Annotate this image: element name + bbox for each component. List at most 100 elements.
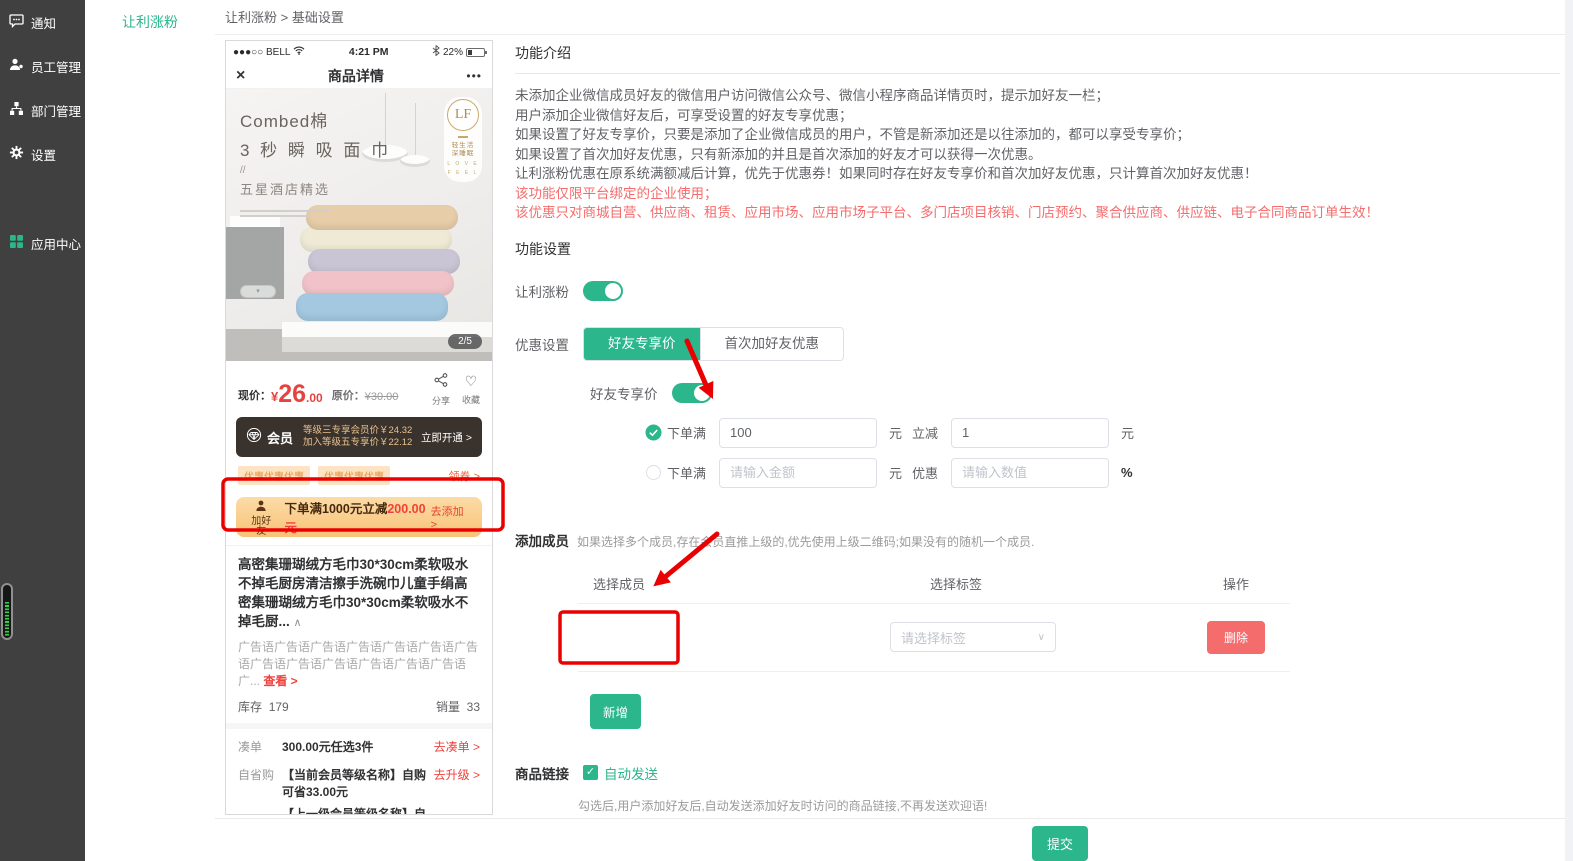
see-more-link[interactable]: 查看 > <box>263 674 297 688</box>
radio-unchecked-icon[interactable] <box>646 465 661 480</box>
friend-price-group: 好友专享价 下单满 元 立减 元 下单满 元 优惠 <box>590 383 1560 488</box>
friend-price-label: 好友专享价 <box>590 383 658 403</box>
sidebar-item-label: 部门管理 <box>31 101 81 120</box>
intro-line: 用户添加企业微信好友后，可享受设置的好友专享优惠； <box>515 106 1560 126</box>
product-title: 高密集珊瑚绒方毛巾30*30cm柔软吸水不掉毛厨房清洁擦手洗碗巾儿童手绢高密集珊… <box>238 555 480 633</box>
sidebar-item-label: 员工管理 <box>31 57 81 76</box>
battery-percent: 22% <box>443 47 463 58</box>
submenu-item-active[interactable]: 让利涨粉 <box>85 0 215 32</box>
gem-icon <box>246 428 262 447</box>
current-price: 26 <box>278 382 306 407</box>
intro-line-warning: 该功能仅限平台绑定的企业使用； <box>515 184 1560 204</box>
submenu-panel: 让利涨粉 <box>85 0 215 861</box>
favorite-button[interactable]: ♡ 收藏 <box>462 373 480 407</box>
go-bundle-link[interactable]: 去凑单 > <box>434 739 480 756</box>
intro-line: 如果设置了首次加好友优惠，只有新添加的并且是首次添加的好友才可以获得一次优惠。 <box>515 145 1560 165</box>
discount-percent-input[interactable] <box>951 458 1109 488</box>
self-buy-row: 自省购 【当前会员等级名称】自购可省33.00元 【上一级会员等级名称】自购可省… <box>238 767 480 815</box>
main-sidebar: 通知 员工管理 部门管理 设置 应用中心 <box>0 0 85 861</box>
brand-badge: LF 轻生活 深睡眠 L O V E F E E L <box>444 97 482 182</box>
bluetooth-icon <box>432 45 440 59</box>
friend-price-toggle[interactable] <box>672 383 712 403</box>
rule-row-fixed: 下单满 元 立减 元 <box>645 418 1560 448</box>
stock-sales-row: 库存 179 销量 33 <box>238 698 480 715</box>
go-add-friend-link[interactable]: 去添加 > <box>431 503 471 531</box>
phone-page-title: 商品详情 <box>245 66 466 86</box>
sidebar-item-employees[interactable]: 员工管理 <box>0 44 85 88</box>
product-link-row: 商品链接 ✓ 自动发送 <box>515 763 1560 783</box>
tab-first-add-discount[interactable]: 首次加好友优惠 <box>700 328 844 360</box>
auto-send-checkbox[interactable]: ✓ <box>583 765 598 780</box>
submit-button[interactable]: 提交 <box>1032 826 1088 861</box>
sidebar-item-label: 设置 <box>31 145 56 164</box>
battery-level-widget <box>1 583 13 640</box>
share-button[interactable]: 分享 <box>432 373 450 407</box>
tag-select[interactable]: 请选择标签 ∨ <box>890 622 1056 652</box>
radio-checked-icon[interactable] <box>645 424 662 441</box>
hero-fine-print <box>240 210 391 217</box>
carousel-indicator: 2/5 <box>448 334 482 349</box>
enable-label: 让利涨粉 <box>515 281 569 301</box>
product-title-section: 高密集珊瑚绒方毛巾30*30cm柔软吸水不掉毛厨房清洁擦手洗碗巾儿童手绢高密集珊… <box>226 545 492 723</box>
collapse-caret-icon[interactable]: ∧ <box>294 617 302 629</box>
towel-stack <box>300 208 452 321</box>
members-section: 添加成员 如果选择多个成员,存在会员直推上级的,优先使用上级二维码;如果没有的随… <box>515 530 1560 550</box>
settings-icon <box>9 145 24 163</box>
sidebar-item-label: 通知 <box>31 13 56 32</box>
auto-send-label: 自动发送 <box>604 763 658 783</box>
phone-preview: ●●●○○ BELL 4:21 PM 22% × 商品详情 ••• <box>225 40 493 815</box>
sales-value: 33 <box>467 700 480 714</box>
stock-value: 179 <box>269 700 289 714</box>
add-friend-banner[interactable]: 加好友 下单满1000元立减200.00元 去添加 > <box>236 497 482 537</box>
members-label: 添加成员 <box>515 530 569 550</box>
employee-icon <box>9 57 24 75</box>
coupon-tag: 优惠优惠优惠 <box>238 466 310 485</box>
battery-icon <box>466 48 485 57</box>
sidebar-item-notifications[interactable]: 通知 <box>0 0 85 44</box>
close-icon[interactable]: × <box>236 68 245 84</box>
product-hero-image: Combed棉 3 秒 瞬 吸 面 巾 // 五星酒店精选 ▾ LF 轻生活 深… <box>226 89 492 361</box>
price-row: 现价： ¥ 26 .00 原价： ¥30.00 分享 ♡ 收藏 <box>226 361 492 413</box>
discount-tabs: 好友专享价 首次加好友优惠 <box>583 327 844 361</box>
settings-section-title: 功能设置 <box>515 239 1560 259</box>
delete-button[interactable]: 删除 <box>1207 621 1265 654</box>
main-panel: 让利涨粉 > 基础设置 ●●●○○ BELL 4:21 PM 22% × 商品详… <box>215 0 1565 861</box>
product-link-hint: 勾选后,用户添加好友后,自动发送添加好友时访问的商品链接,不再发送欢迎语! <box>578 797 1560 814</box>
tab-friend-price[interactable]: 好友专享价 <box>584 328 700 360</box>
more-icon[interactable]: ••• <box>466 69 482 83</box>
breadcrumb: 让利涨粉 > 基础设置 <box>215 0 1565 35</box>
intro-line: 如果设置了好友专享价，只要是添加了企业微信成员的用户，不管是新添加还是以往添加的… <box>515 125 1560 145</box>
reduce-amount-input[interactable] <box>951 418 1109 448</box>
enable-toggle[interactable] <box>583 281 623 301</box>
intro-paragraphs: 未添加企业微信成员好友的微信用户访问微信公众号、微信小程序商品详情页时，提示加好… <box>515 86 1560 223</box>
member-open-link[interactable]: 立即开通 > <box>421 430 472 445</box>
status-time: 4:21 PM <box>349 46 389 58</box>
phone-nav-bar: × 商品详情 ••• <box>226 63 492 89</box>
pendant-lamp <box>400 155 430 167</box>
friend-banner-left: 加好友 <box>247 498 276 537</box>
intro-line-warning: 该优惠只对商城自营、供应商、租赁、应用市场、应用市场子平台、多门店项目核销、门店… <box>515 203 1560 223</box>
sidebar-item-app-center[interactable]: 应用中心 <box>0 221 85 265</box>
person-icon <box>255 498 267 515</box>
get-coupon-link[interactable]: 领券 > <box>449 468 480 484</box>
add-member-button[interactable]: 新增 <box>590 694 641 729</box>
discount-tabs-row: 优惠设置 好友专享价 首次加好友优惠 <box>515 327 1560 361</box>
enable-row: 让利涨粉 <box>515 281 1560 301</box>
threshold-amount-input-2[interactable] <box>719 458 877 488</box>
heart-icon: ♡ <box>465 373 478 389</box>
go-upgrade-link[interactable]: 去升级 > <box>434 767 480 815</box>
members-table: 选择成员 选择标签 操作 请选择标签 ∨ 删除 <box>578 564 1290 672</box>
settings-content: 功能介绍 未添加企业微信成员好友的微信用户访问微信公众号、微信小程序商品详情页时… <box>515 35 1560 814</box>
members-hint: 如果选择多个成员,存在会员直推上级的,优先使用上级二维码;如果没有的随机一个成员… <box>577 533 1034 550</box>
coupon-tag: 优惠优惠优惠 <box>318 466 390 485</box>
threshold-amount-input[interactable] <box>719 418 877 448</box>
sidebar-item-settings[interactable]: 设置 <box>0 132 85 176</box>
share-icon <box>434 374 448 390</box>
hero-copy: Combed棉 3 秒 瞬 吸 面 巾 // 五星酒店精选 <box>240 107 391 220</box>
coupon-row: 优惠优惠优惠 优惠优惠优惠 领券 > <box>226 457 492 493</box>
phone-status-bar: ●●●○○ BELL 4:21 PM 22% <box>226 41 492 63</box>
bundle-row: 凑单 300.00元任选3件 去凑单 > <box>238 739 480 756</box>
sidebar-item-departments[interactable]: 部门管理 <box>0 88 85 132</box>
intro-section-title: 功能介绍 <box>515 35 1560 74</box>
table-row: 请选择标签 ∨ 删除 <box>578 604 1290 672</box>
